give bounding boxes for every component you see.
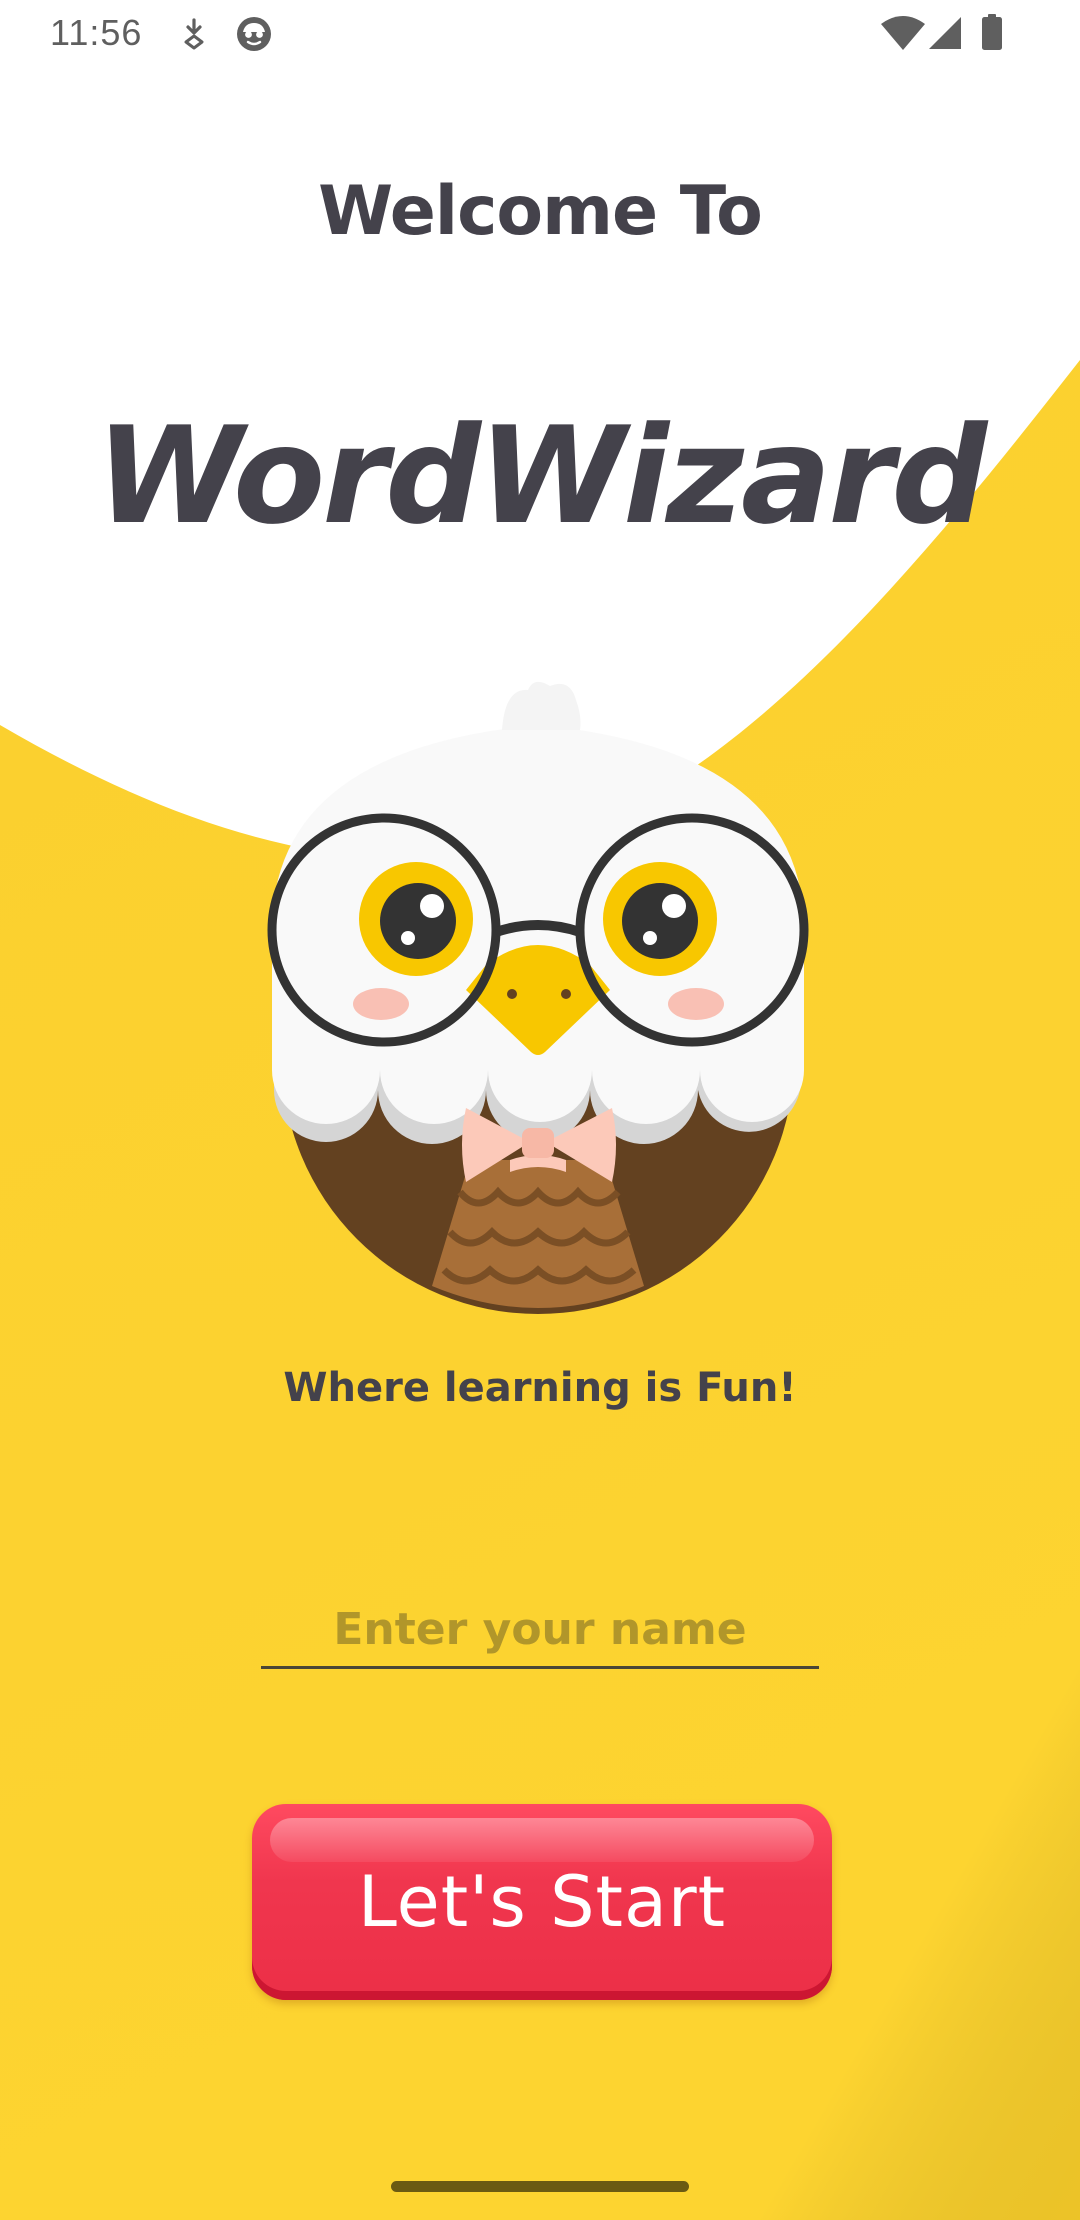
lets-start-button[interactable]: Let's Start: [252, 1804, 832, 2000]
tagline: Where learning is Fun!: [283, 1365, 797, 1411]
home-indicator[interactable]: [391, 2181, 689, 2192]
name-input[interactable]: [261, 1592, 819, 1669]
cell-signal-icon: [929, 17, 961, 49]
owl-mascot-icon: [267, 681, 809, 1314]
lets-start-label: Let's Start: [357, 1861, 727, 1943]
status-bar: 11:56: [0, 0, 1080, 66]
app-title: WordWizard: [95, 398, 988, 554]
wifi-icon: [881, 16, 925, 50]
welcome-heading: Welcome To: [318, 172, 763, 251]
welcome-screen: 11:56 Welcome To WordWizard Where learni…: [0, 0, 1080, 2220]
battery-icon: [982, 14, 1002, 50]
face-notify-icon: [237, 17, 271, 51]
status-time: 11:56: [50, 12, 143, 53]
download-notify-icon: [184, 18, 204, 50]
